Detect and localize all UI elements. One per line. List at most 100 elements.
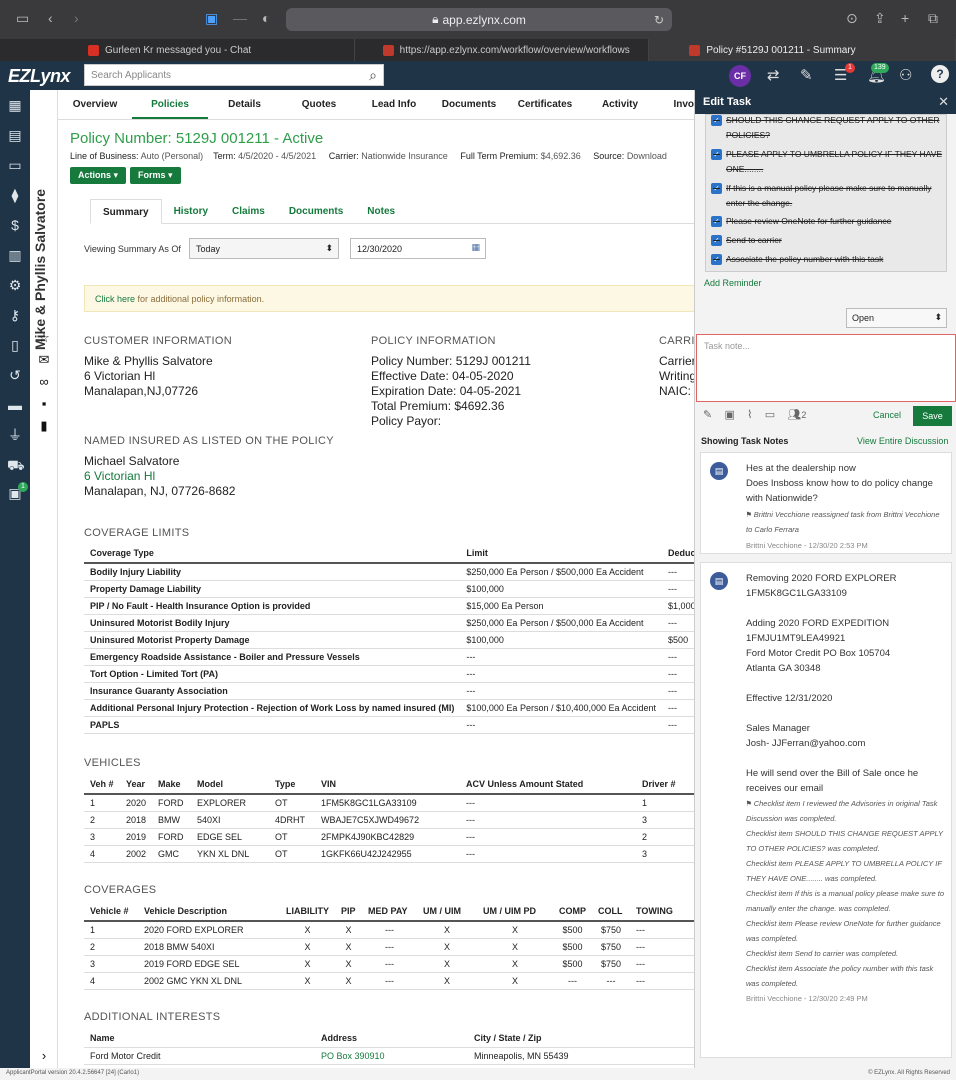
share-icon[interactable]: ⇪ — [874, 10, 886, 27]
search-icon[interactable]: ⌕ — [369, 67, 377, 84]
edit-task-panel: Edit Task ✕ ✓ SHOULD THIS CHANGE REQUEST … — [694, 90, 956, 1080]
magic-wand-icon[interactable]: ✎ — [800, 66, 813, 84]
checkbox-checked-icon[interactable]: ✓ — [711, 183, 722, 194]
sidebar-toggle-icon[interactable]: ▭ — [16, 10, 29, 27]
search-applicants-input[interactable]: Search Applicants ⌕ — [84, 64, 384, 86]
cancel-button[interactable]: Cancel — [873, 410, 901, 420]
tab-overview-icon[interactable]: ▣ — [205, 10, 218, 27]
note-document-icon: ▤ — [710, 462, 728, 480]
shield-icon[interactable]: ◐ — [262, 10, 270, 26]
folder-icon[interactable]: ▭ — [765, 409, 775, 421]
subtab-summary[interactable]: Summary — [90, 199, 162, 224]
checkbox-checked-icon[interactable]: ✓ — [711, 149, 722, 160]
table-row: 3 2019 FORD EDGE SEL X X --- X X $500 $750 --- — [84, 955, 694, 973]
document-icon[interactable]: ▮ — [36, 418, 52, 434]
link-icon[interactable]: ∞ — [36, 374, 52, 389]
star-icon[interactable]: ☆ — [36, 330, 52, 346]
task-status-select[interactable]: Open ⬍ — [846, 308, 947, 328]
task-note-textarea[interactable]: Task note... — [696, 334, 956, 402]
reload-icon[interactable]: ↻ — [654, 13, 664, 27]
checklist-item[interactable]: ✓ SHOULD THIS CHANGE REQUEST APPLY TO OTH… — [711, 115, 943, 143]
forms-dropdown-button[interactable]: Forms ▾ — [130, 167, 181, 184]
download-icon[interactable]: ⊙ — [846, 10, 858, 27]
tab-policies[interactable]: Policies — [132, 90, 208, 119]
chat-icon[interactable]: ▪ — [36, 396, 52, 411]
browser-toolbar: ▭ ‹ › ▣ — ◐ 🔒︎ app.ezlynx.com ↻ ⊙ ⇪ + ⧉ — [0, 0, 956, 39]
close-icon[interactable]: ✕ — [938, 94, 949, 110]
client-nav-tabs: Overview Policies Details Quotes Lead In… — [58, 90, 694, 120]
named-insured-address-link[interactable]: 6 Victorian Hl — [84, 469, 235, 484]
checkbox-checked-icon[interactable]: ✓ — [711, 235, 722, 246]
key-icon[interactable]: ⚷ — [7, 307, 23, 323]
settings-gear-icon[interactable]: ⚙ — [7, 277, 23, 293]
save-button[interactable]: Save — [913, 406, 952, 426]
edit-task-header: Edit Task ✕ — [695, 90, 956, 114]
browser-tab-chat[interactable]: Gurleen Kr messaged you - Chat — [0, 39, 355, 61]
tab-invoices[interactable]: Invo — [657, 90, 694, 119]
reports-icon[interactable]: ▥ — [7, 247, 23, 263]
help-icon[interactable]: ? — [931, 65, 949, 83]
task-list-badge: 1 — [845, 63, 855, 73]
subtab-notes[interactable]: Notes — [355, 199, 407, 223]
back-icon[interactable]: ‹ — [48, 10, 53, 26]
policy-title: Policy Number: 5129J 001211 - Active — [70, 130, 324, 147]
paperclip-icon[interactable]: ⌇ — [747, 409, 752, 421]
dashboard-icon[interactable]: ▦ — [7, 97, 23, 113]
user-avatar[interactable]: CF — [729, 65, 751, 87]
tab-quotes[interactable]: Quotes — [281, 90, 357, 119]
subtab-documents[interactable]: Documents — [277, 199, 355, 223]
tab-documents[interactable]: Documents — [431, 90, 507, 119]
dollar-icon[interactable]: $ — [7, 217, 23, 233]
interest-address-link[interactable]: PO Box 390910 — [315, 1047, 468, 1065]
mail-icon[interactable]: ✉ — [36, 352, 52, 368]
coverage-limits-heading: COVERAGE LIMITS — [84, 527, 190, 539]
contact-card-icon[interactable]: ▤ — [7, 127, 23, 143]
address-bar[interactable]: 🔒︎ app.ezlynx.com ↻ — [286, 8, 672, 31]
folder-icon[interactable]: ▭ — [7, 157, 23, 173]
browser-tab-policy[interactable]: Policy #5129J 001211 - Summary — [649, 39, 956, 61]
book-icon[interactable]: ▯ — [7, 337, 23, 353]
tab-certificates[interactable]: Certificates — [507, 90, 583, 119]
viewing-as-of-select[interactable]: Today ⬍ — [189, 238, 339, 259]
briefcase-icon[interactable]: ▬ — [7, 397, 23, 413]
subtab-history[interactable]: History — [162, 199, 220, 223]
calendar-icon[interactable]: ▦ — [471, 242, 480, 253]
ezlynx-logo[interactable]: EZLynx — [8, 66, 71, 87]
actions-dropdown-button[interactable]: Actions ▾ — [70, 167, 127, 184]
refresh-icon[interactable]: ↺ — [7, 367, 23, 383]
edit-box-icon[interactable]: ▣ — [724, 409, 734, 421]
tab-overview[interactable]: Overview — [58, 90, 132, 119]
plug-icon[interactable]: ⏚ — [7, 427, 23, 443]
people-icon[interactable]: 👥︎ — [787, 409, 801, 421]
customer-info-block: Mike & Phyllis Salvatore 6 Victorian Hl … — [84, 354, 213, 398]
cart-icon[interactable]: ⛟ — [7, 457, 25, 473]
as-of-date-input[interactable]: 12/30/2020 ▦ — [350, 238, 486, 259]
new-tab-icon[interactable]: + — [901, 10, 909, 26]
checklist-item[interactable]: ✓ Send to carrier — [711, 233, 943, 248]
forward-icon[interactable]: › — [74, 10, 79, 26]
checklist-item[interactable]: ✓ Please review OneNote for further guida… — [711, 214, 943, 229]
click-here-link[interactable]: Click here — [95, 294, 135, 304]
table-row: Bodily Injury Liability $250,000 Ea Perso… — [84, 563, 694, 581]
tabs-overview-icon[interactable]: ⧉ — [928, 10, 938, 27]
checkbox-checked-icon[interactable]: ✓ — [711, 254, 722, 265]
transfer-icon[interactable]: ⇄ — [767, 66, 780, 84]
expand-chevron-icon[interactable]: › — [36, 1048, 52, 1063]
checklist-item[interactable]: ✓ PLEASE APPLY TO UMBRELLA POLICY IF THEY… — [711, 147, 943, 177]
caret-down-icon: ▾ — [113, 170, 119, 180]
tab-activity[interactable]: Activity — [583, 90, 657, 119]
policy-sub-tabs: Summary History Claims Documents Notes — [90, 199, 694, 224]
checklist-item[interactable]: ✓ If this is a manual policy please make … — [711, 181, 943, 211]
browser-tab-workflows[interactable]: https://app.ezlynx.com/workflow/overview… — [355, 39, 650, 61]
org-chart-icon[interactable]: ⚇ — [899, 66, 912, 84]
checkbox-checked-icon[interactable]: ✓ — [711, 115, 722, 126]
view-entire-discussion-link[interactable]: View Entire Discussion — [857, 436, 948, 446]
checklist-item[interactable]: ✓ Associate the policy number with this t… — [711, 252, 943, 267]
org-icon[interactable]: ⧫ — [7, 187, 23, 203]
tab-details[interactable]: Details — [208, 90, 281, 119]
add-reminder-link[interactable]: Add Reminder — [704, 278, 762, 288]
subtab-claims[interactable]: Claims — [220, 199, 277, 223]
pencil-icon[interactable]: ✎ — [703, 409, 712, 421]
checkbox-checked-icon[interactable]: ✓ — [711, 216, 722, 227]
tab-lead-info[interactable]: Lead Info — [357, 90, 431, 119]
